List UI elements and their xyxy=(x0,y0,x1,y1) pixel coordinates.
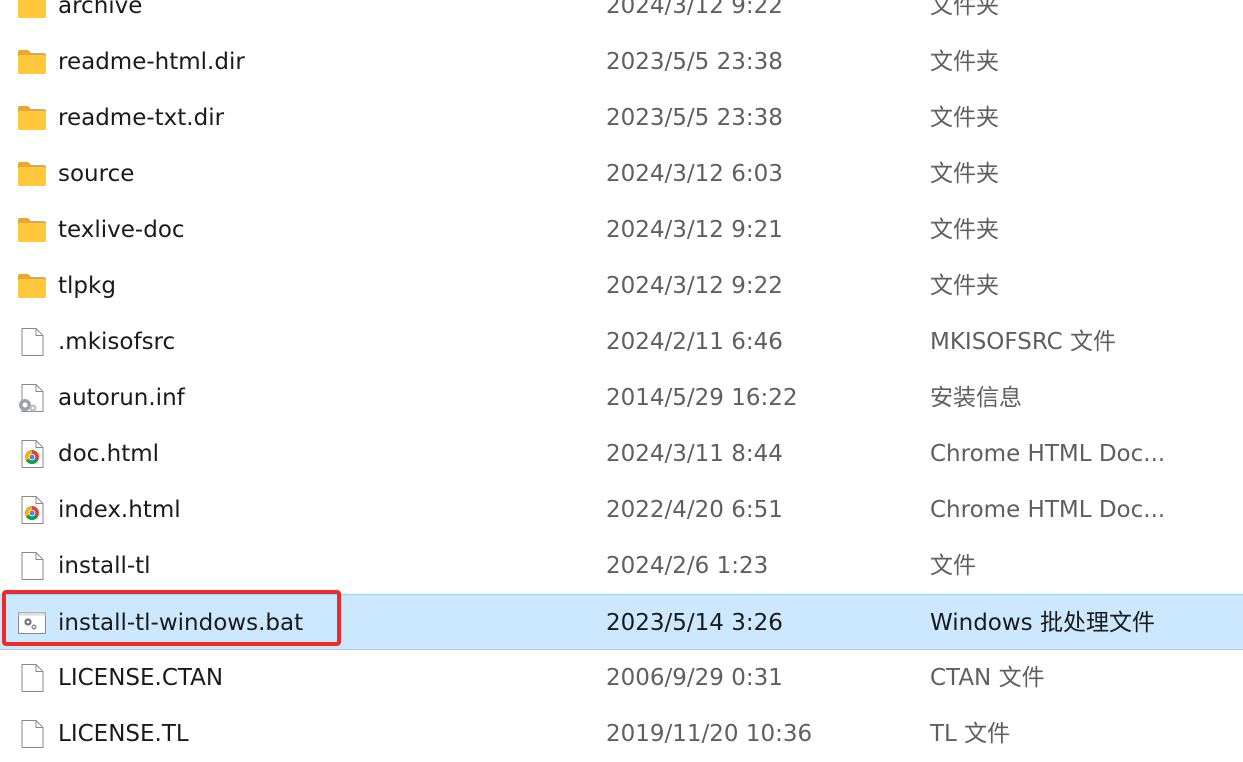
name-cell[interactable]: autorun.inf xyxy=(0,370,560,426)
date-modified: 2022/4/20 6:51 xyxy=(606,497,783,523)
name-cell[interactable]: readme-txt.dir xyxy=(0,90,560,146)
date-modified: 2023/5/5 23:38 xyxy=(606,105,783,131)
date-modified: 2024/3/11 8:44 xyxy=(606,441,783,467)
file-name: tlpkg xyxy=(58,273,116,299)
folder-icon xyxy=(17,48,47,76)
date-modified: 2006/9/29 0:31 xyxy=(606,665,783,691)
name-cell[interactable]: install-tl-windows.bat xyxy=(0,595,560,651)
file-name: texlive-doc xyxy=(58,217,185,243)
file-type: 文件夹 xyxy=(930,0,999,19)
name-cell[interactable]: install-tl xyxy=(0,538,560,594)
date-modified: 2024/3/12 9:22 xyxy=(606,0,783,19)
file-name: LICENSE.CTAN xyxy=(58,665,224,691)
name-cell[interactable]: LICENSE.CTAN xyxy=(0,650,560,706)
file-row-selected[interactable]: install-tl-windows.bat 2023/5/14 3:26 Wind… xyxy=(0,594,1243,650)
folder-icon xyxy=(17,272,47,300)
file-type: TL 文件 xyxy=(930,721,1011,747)
file-type: Windows 批处理文件 xyxy=(930,610,1155,636)
file-type: Chrome HTML Doc... xyxy=(930,441,1166,467)
file-icon xyxy=(17,720,47,748)
file-row[interactable]: install-tl 2024/2/6 1:23 文件 xyxy=(0,538,1243,594)
file-row[interactable]: source 2024/3/12 6:03 文件夹 xyxy=(0,146,1243,202)
chrome-html-icon xyxy=(17,496,47,524)
folder-icon xyxy=(17,216,47,244)
file-type: 文件夹 xyxy=(930,273,999,299)
file-type: Chrome HTML Doc... xyxy=(930,497,1166,523)
folder-icon xyxy=(17,0,47,20)
file-type: 文件夹 xyxy=(930,217,999,243)
file-name: LICENSE.TL xyxy=(58,721,189,747)
folder-icon xyxy=(17,104,47,132)
file-name: .mkisofsrc xyxy=(58,329,176,355)
file-name: archive xyxy=(58,0,143,19)
folder-icon xyxy=(17,160,47,188)
file-type: 文件夹 xyxy=(930,161,999,187)
chrome-html-icon xyxy=(17,440,47,468)
file-row[interactable]: readme-html.dir 2023/5/5 23:38 文件夹 xyxy=(0,34,1243,90)
batch-file-icon xyxy=(17,609,47,637)
file-row[interactable]: LICENSE.CTAN 2006/9/29 0:31 CTAN 文件 xyxy=(0,650,1243,706)
file-type: MKISOFSRC 文件 xyxy=(930,329,1117,355)
name-cell[interactable]: index.html xyxy=(0,482,560,538)
file-name: autorun.inf xyxy=(58,385,185,411)
date-modified: 2023/5/5 23:38 xyxy=(606,49,783,75)
name-cell[interactable]: archive xyxy=(0,0,560,34)
date-modified: 2024/3/12 6:03 xyxy=(606,161,783,187)
file-name: readme-txt.dir xyxy=(58,105,225,131)
file-row[interactable]: readme-txt.dir 2023/5/5 23:38 文件夹 xyxy=(0,90,1243,146)
file-type: CTAN 文件 xyxy=(930,665,1045,691)
file-row[interactable]: autorun.inf 2014/5/29 16:22 安装信息 xyxy=(0,370,1243,426)
file-row[interactable]: doc.html 2024/3/11 8:44 Chrome HTML Doc... xyxy=(0,426,1243,482)
date-modified: 2023/5/14 3:26 xyxy=(606,610,783,636)
file-name: source xyxy=(58,161,135,187)
date-modified: 2024/2/6 1:23 xyxy=(606,553,769,579)
file-name: doc.html xyxy=(58,441,160,467)
date-modified: 2024/3/12 9:21 xyxy=(606,217,783,243)
file-type: 安装信息 xyxy=(930,385,1022,411)
name-cell[interactable]: LICENSE.TL xyxy=(0,706,560,762)
file-icon xyxy=(17,552,47,580)
file-row[interactable]: LICENSE.TL 2019/11/20 10:36 TL 文件 xyxy=(0,706,1243,762)
file-icon xyxy=(17,664,47,692)
name-cell[interactable]: doc.html xyxy=(0,426,560,482)
name-cell[interactable]: texlive-doc xyxy=(0,202,560,258)
file-name: readme-html.dir xyxy=(58,49,245,75)
file-type: 文件夹 xyxy=(930,49,999,75)
file-name: index.html xyxy=(58,497,181,523)
file-icon xyxy=(17,328,47,356)
file-row[interactable]: index.html 2022/4/20 6:51 Chrome HTML Doc.… xyxy=(0,482,1243,538)
file-type: 文件夹 xyxy=(930,105,999,131)
file-name: install-tl-windows.bat xyxy=(58,610,304,636)
file-row[interactable]: tlpkg 2024/3/12 9:22 文件夹 xyxy=(0,258,1243,314)
date-modified: 2014/5/29 16:22 xyxy=(606,385,798,411)
date-modified: 2019/11/20 10:36 xyxy=(606,721,813,747)
name-cell[interactable]: tlpkg xyxy=(0,258,560,314)
file-row[interactable]: archive 2024/3/12 9:22 文件夹 xyxy=(0,0,1243,34)
file-row[interactable]: texlive-doc 2024/3/12 9:21 文件夹 xyxy=(0,202,1243,258)
file-row[interactable]: .mkisofsrc 2024/2/11 6:46 MKISOFSRC 文件 xyxy=(0,314,1243,370)
date-modified: 2024/3/12 9:22 xyxy=(606,273,783,299)
name-cell[interactable]: readme-html.dir xyxy=(0,34,560,90)
name-cell[interactable]: source xyxy=(0,146,560,202)
file-type: 文件 xyxy=(930,553,976,579)
file-name: install-tl xyxy=(58,553,151,579)
name-cell[interactable]: .mkisofsrc xyxy=(0,314,560,370)
file-list: archive 2024/3/12 9:22 文件夹 readme-html.dir 2… xyxy=(0,0,1243,762)
setup-info-icon xyxy=(17,384,47,412)
date-modified: 2024/2/11 6:46 xyxy=(606,329,783,355)
